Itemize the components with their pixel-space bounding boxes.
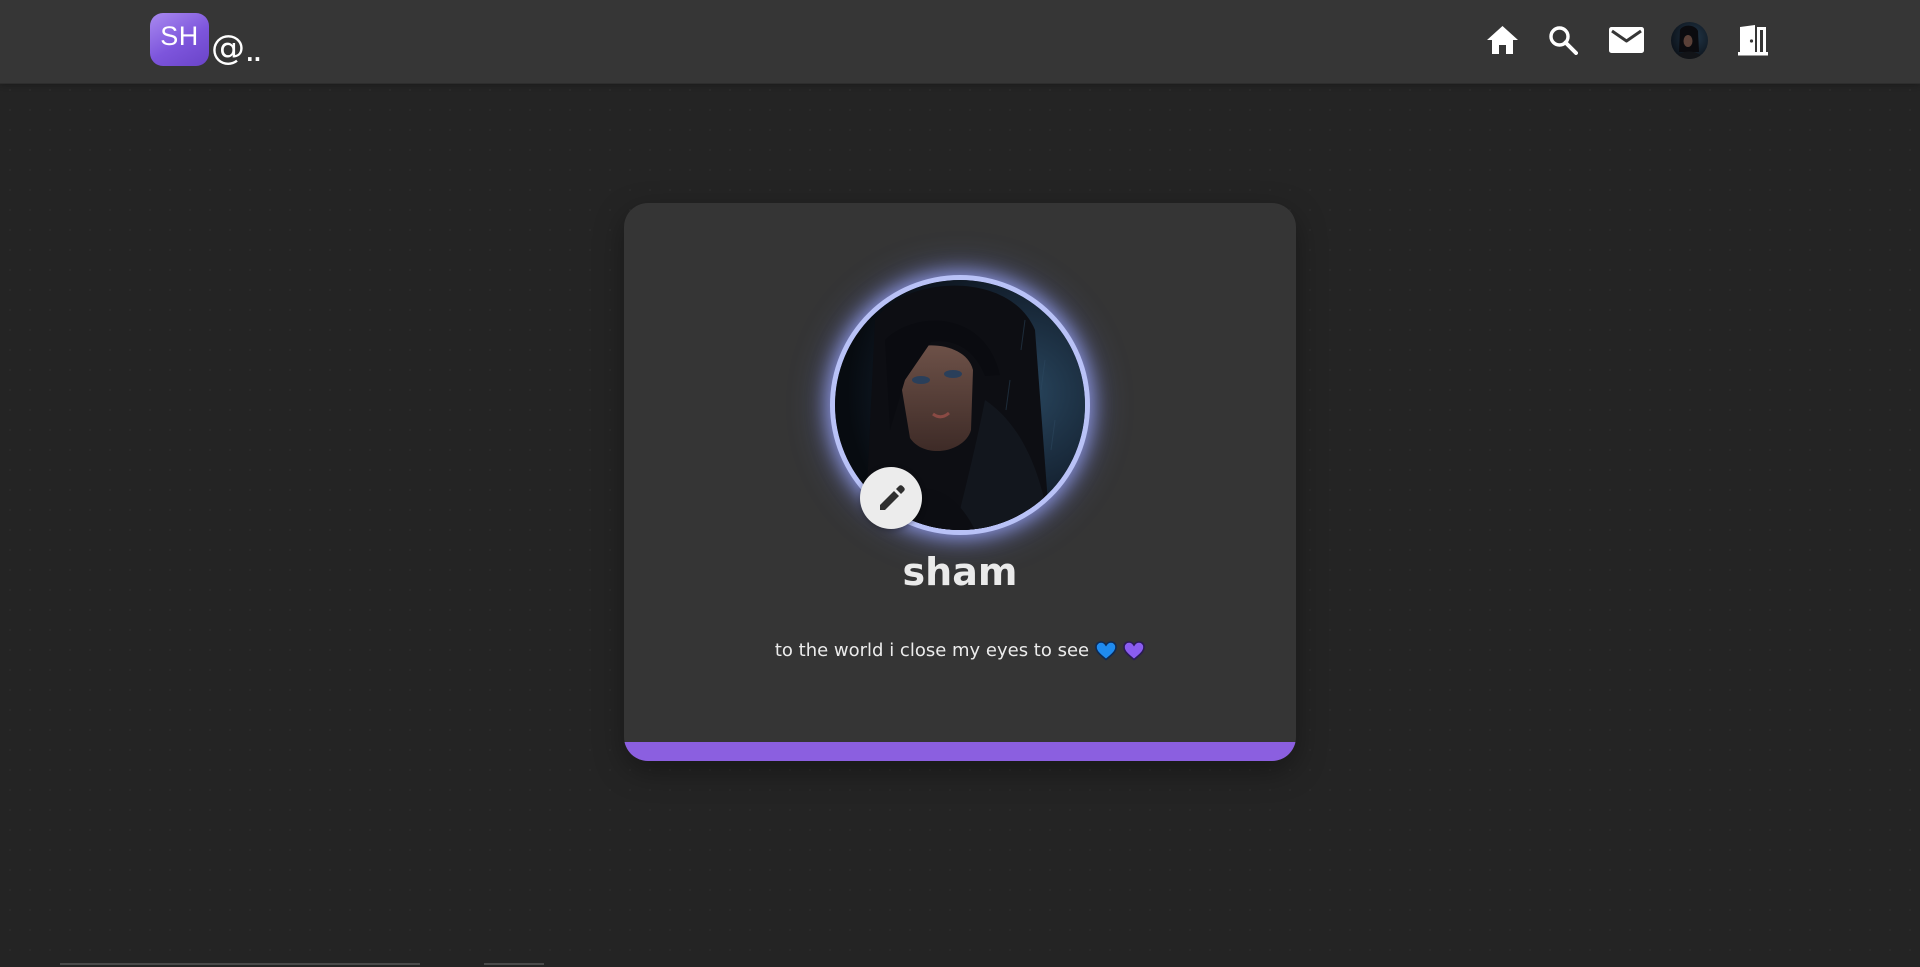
mail-icon [1608,27,1644,53]
search-icon [1549,26,1578,55]
blue-heart-icon [1095,640,1117,661]
nav-search-button[interactable] [1543,18,1583,62]
nav-logout-button[interactable] [1733,18,1773,62]
nav-home-button[interactable] [1482,18,1522,62]
pencil-icon [880,485,905,510]
profile-username: sham [902,550,1018,594]
logo-at-symbol: @ [211,28,245,68]
home-icon [1486,26,1518,54]
door-exit-icon [1738,25,1768,56]
bio-text: to the world i close my eyes to see [774,640,1090,661]
nav-profile-button[interactable] [1669,18,1709,62]
logo-badge: SH [150,13,209,66]
top-navigation-bar: SH @ .. [0,0,1920,84]
profile-card: sham to the world i close my eyes to see [624,203,1296,761]
avatar [1670,21,1708,59]
card-accent-bar [624,742,1296,761]
profile-bio: to the world i close my eyes to see [624,640,1296,661]
purple-heart-icon [1123,640,1145,661]
logo-dots: .. [246,42,262,66]
edit-avatar-button[interactable] [860,467,922,529]
horizontal-scrollbar-thumb[interactable] [484,963,544,965]
horizontal-scrollbar-track[interactable] [60,963,420,965]
site-logo[interactable]: SH @ .. [150,13,261,66]
nav-messages-button[interactable] [1605,18,1647,62]
